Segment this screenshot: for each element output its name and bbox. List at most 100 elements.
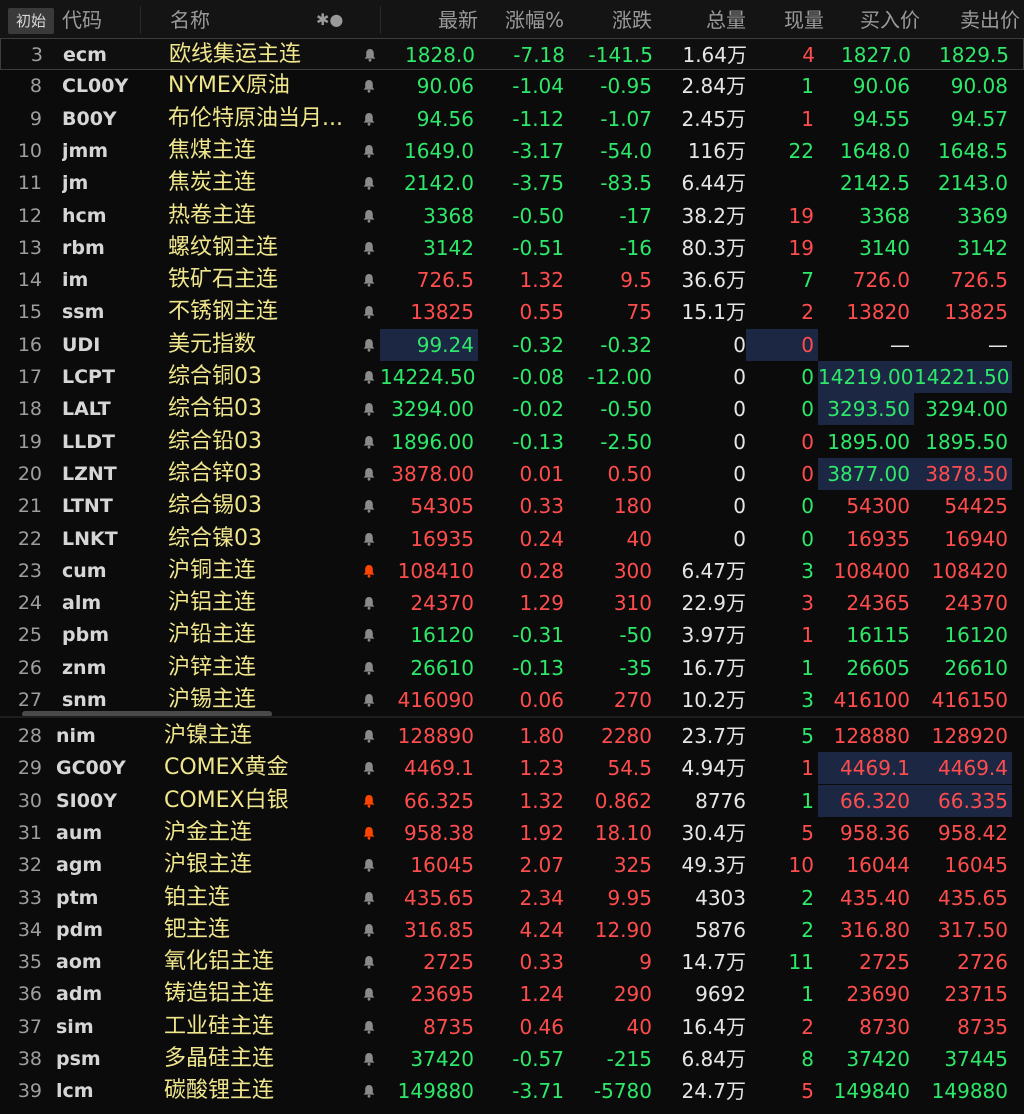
bell-icon[interactable] bbox=[362, 1020, 376, 1034]
header-current-volume[interactable]: 现量 bbox=[746, 0, 824, 40]
row-index: 15 bbox=[17, 301, 42, 324]
table-row[interactable]: 29 GC00Y COMEX黄金 4469.1 1.23 54.5 4.94万 1 4469.1… bbox=[0, 752, 1024, 785]
table-row[interactable]: 36 adm 铸造铝主连 23695 1.24 290 9692 1 23690 23715 bbox=[0, 978, 1024, 1010]
header-name[interactable]: 名称 bbox=[170, 0, 210, 40]
table-row[interactable]: 9 B00Y 布伦特原油当月... 94.56 -1.12 -1.07 2.45万 1 94.5… bbox=[0, 103, 1024, 135]
table-row[interactable]: 25 pbm 沪铅主连 16120 -0.31 -50 3.97万 1 16115 16120 bbox=[0, 619, 1024, 651]
table-row[interactable]: 34 pdm 钯主连 316.85 4.24 12.90 5876 2 316.80 317.50 bbox=[0, 914, 1024, 946]
table-row[interactable]: 12 hcm 热卷主连 3368 -0.50 -17 38.2万 19 3368 3369 bbox=[0, 200, 1024, 232]
table-row[interactable]: 39 lcm 碳酸锂主连 149880 -3.71 -5780 24.7万 5 149840 14… bbox=[0, 1075, 1024, 1107]
table-row[interactable]: 13 rbm 螺纹钢主连 3142 -0.51 -16 80.3万 19 3140 3142 bbox=[0, 232, 1024, 264]
table-row[interactable]: 32 agm 沪银主连 16045 2.07 325 49.3万 10 16044 16045 bbox=[0, 849, 1024, 881]
row-change: 12.90 bbox=[594, 917, 652, 942]
table-row[interactable]: 3 ecm 欧线集运主连 1828.0 -7.18 -141.5 1.64万 4 1827.0 1… bbox=[0, 38, 1024, 70]
bell-icon[interactable] bbox=[362, 305, 376, 319]
table-row[interactable]: 37 sim 工业硅主连 8735 0.46 40 16.4万 2 8730 8735 bbox=[0, 1011, 1024, 1043]
row-index: 23 bbox=[17, 559, 42, 582]
bell-icon[interactable] bbox=[362, 241, 376, 255]
table-row[interactable]: 35 aom 氧化铝主连 2725 0.33 9 14.7万 11 2725 2726 bbox=[0, 946, 1024, 978]
table-row[interactable]: 24 alm 沪铝主连 24370 1.29 310 22.9万 3 24365 24370 bbox=[0, 587, 1024, 619]
table-row[interactable]: 10 jmm 焦煤主连 1649.0 -3.17 -54.0 116万 22 1648.0 164… bbox=[0, 135, 1024, 167]
row-bid: 3140 bbox=[859, 235, 910, 260]
table-row[interactable]: 15 ssm 不锈钢主连 13825 0.55 75 15.1万 2 13820 13825 bbox=[0, 296, 1024, 328]
table-row[interactable]: 22 LNKT 综合镍03 16935 0.24 40 0 0 16935 16940 bbox=[0, 523, 1024, 555]
bell-icon[interactable] bbox=[362, 209, 376, 223]
bell-icon[interactable] bbox=[362, 596, 376, 610]
header-last[interactable]: 最新 bbox=[380, 0, 478, 40]
bell-icon[interactable] bbox=[362, 1084, 376, 1098]
row-last: 4469.1 bbox=[404, 756, 474, 781]
bell-icon[interactable] bbox=[362, 532, 376, 546]
table-row[interactable]: 20 LZNT 综合锌03 3878.00 0.01 0.50 0 0 3877.00 3878.… bbox=[0, 457, 1024, 490]
bell-icon[interactable] bbox=[362, 955, 376, 969]
bell-icon[interactable] bbox=[362, 370, 376, 384]
bell-icon[interactable] bbox=[363, 48, 377, 62]
bell-icon[interactable] bbox=[362, 273, 376, 287]
table-row[interactable]: 23 cum 沪铜主连 108410 0.28 300 6.47万 3 108400 108420 bbox=[0, 555, 1024, 587]
bell-icon[interactable] bbox=[362, 858, 376, 872]
table-row[interactable]: 30 SI00Y COMEX白银 66.325 1.32 0.862 8776 1 66.320… bbox=[0, 784, 1024, 817]
header-code[interactable]: 代码 bbox=[62, 0, 102, 40]
table-row[interactable]: 17 LCPT 综合铜03 14224.50 -0.08 -12.00 0 0 14219.00… bbox=[0, 361, 1024, 393]
row-index: 9 bbox=[29, 107, 42, 130]
bell-icon[interactable] bbox=[362, 794, 376, 808]
bell-icon[interactable] bbox=[362, 112, 376, 126]
bell-icon[interactable] bbox=[362, 1052, 376, 1066]
bell-icon[interactable] bbox=[362, 564, 376, 578]
row-name: 碳酸锂主连 bbox=[164, 1078, 275, 1104]
row-name: 综合锌03 bbox=[168, 460, 262, 486]
header-change[interactable]: 涨跌 bbox=[564, 0, 652, 40]
bell-icon[interactable] bbox=[362, 402, 376, 416]
bell-icon[interactable] bbox=[362, 144, 376, 158]
table-row[interactable]: 11 jm 焦炭主连 2142.0 -3.75 -83.5 6.44万 2142.5 2143.… bbox=[0, 167, 1024, 199]
row-last: 1828.0 bbox=[405, 43, 475, 67]
row-last: 24370 bbox=[410, 591, 474, 616]
bell-icon[interactable] bbox=[362, 761, 376, 775]
table-row[interactable]: 19 LLDT 综合铅03 1896.00 -0.13 -2.50 0 0 1895.00 189… bbox=[0, 426, 1024, 458]
row-index: 8 bbox=[29, 75, 42, 98]
bell-icon[interactable] bbox=[362, 338, 376, 352]
table-row[interactable]: 21 LTNT 综合锡03 54305 0.33 180 0 0 54300 54425 bbox=[0, 490, 1024, 522]
table-row[interactable]: 33 ptm 铂主连 435.65 2.34 9.95 4303 2 435.40 435.65 bbox=[0, 882, 1024, 914]
row-volume: 0 bbox=[733, 494, 746, 519]
row-last: 2142.0 bbox=[404, 171, 474, 196]
table-row[interactable]: 28 nim 沪镍主连 128890 1.80 2280 23.7万 5 128880 12892… bbox=[0, 720, 1024, 752]
bell-icon[interactable] bbox=[362, 923, 376, 937]
initial-badge[interactable]: 初始 bbox=[8, 8, 54, 34]
bell-icon[interactable] bbox=[362, 435, 376, 449]
header-ask[interactable]: 卖出价 bbox=[920, 0, 1020, 40]
bell-icon[interactable] bbox=[362, 987, 376, 1001]
table-row[interactable]: 26 znm 沪锌主连 26610 -0.13 -35 16.7万 1 26605 26610 bbox=[0, 652, 1024, 684]
table-row[interactable]: 8 CL00Y NYMEX原油 90.06 -1.04 -0.95 2.84万 1 90.06 9… bbox=[0, 70, 1024, 102]
row-bid: 435.40 bbox=[840, 885, 910, 910]
bell-icon[interactable] bbox=[362, 467, 376, 481]
bell-icon[interactable] bbox=[362, 661, 376, 675]
row-current-volume: 0 bbox=[801, 429, 814, 454]
bell-icon[interactable] bbox=[362, 499, 376, 513]
table-row[interactable]: 18 LALT 综合铝03 3294.00 -0.02 -0.50 0 0 3293.50 329… bbox=[0, 393, 1024, 426]
row-current-volume: 7 bbox=[801, 268, 814, 293]
row-name: 热卷主连 bbox=[168, 202, 257, 228]
row-last: 726.5 bbox=[416, 268, 474, 293]
header-bid[interactable]: 买入价 bbox=[824, 0, 920, 40]
row-name: 多晶硅主连 bbox=[164, 1046, 275, 1071]
header-bell-toggle[interactable]: ✱● bbox=[316, 0, 343, 40]
bell-icon[interactable] bbox=[362, 826, 376, 840]
bell-icon[interactable] bbox=[362, 891, 376, 905]
header-change-pct[interactable]: 涨幅% bbox=[478, 0, 564, 40]
table-row[interactable]: 31 aum 沪金主连 958.38 1.92 18.10 30.4万 5 958.36 958.… bbox=[0, 817, 1024, 849]
bell-icon[interactable] bbox=[362, 79, 376, 93]
bell-icon[interactable] bbox=[362, 176, 376, 190]
row-bid: 726.0 bbox=[852, 268, 910, 293]
table-row[interactable]: 38 psm 多晶硅主连 37420 -0.57 -215 6.84万 8 37420 37445 bbox=[0, 1043, 1024, 1075]
bell-icon[interactable] bbox=[362, 628, 376, 642]
bell-icon[interactable] bbox=[362, 729, 376, 743]
row-last: 54305 bbox=[410, 494, 474, 519]
header-volume[interactable]: 总量 bbox=[652, 0, 746, 40]
row-name: 美元指数 bbox=[168, 331, 257, 357]
row-change-pct: -0.08 bbox=[512, 365, 564, 389]
bell-icon[interactable] bbox=[362, 693, 376, 707]
table-row[interactable]: 14 im 铁矿石主连 726.5 1.32 9.5 36.6万 7 726.0 726.5 bbox=[0, 264, 1024, 296]
row-current-volume: 3 bbox=[801, 558, 814, 583]
table-row[interactable]: 16 UDI 美元指数 99.24 -0.32 -0.32 0 0 — — bbox=[0, 328, 1024, 361]
